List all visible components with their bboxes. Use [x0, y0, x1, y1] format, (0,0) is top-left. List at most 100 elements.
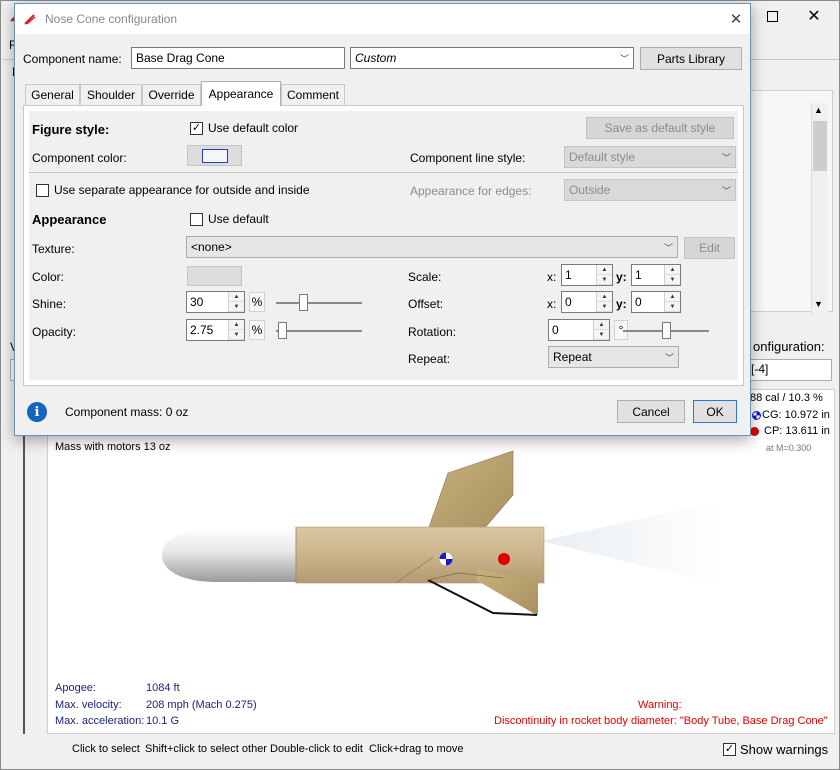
show-warnings-label: Show warnings — [740, 742, 829, 757]
close-icon[interactable]: ✕ — [725, 8, 747, 30]
cg-icon — [752, 411, 761, 420]
spin-down-icon[interactable]: ▼ — [229, 302, 244, 312]
spin-up-icon[interactable]: ▲ — [665, 265, 680, 275]
checkbox-box — [190, 212, 203, 226]
spin-down-icon[interactable]: ▼ — [594, 330, 609, 340]
cancel-button[interactable]: Cancel — [617, 400, 685, 423]
opacity-slider[interactable] — [276, 321, 362, 341]
preset-value: Custom — [355, 51, 397, 65]
rotation-slider[interactable] — [623, 321, 709, 341]
flight-config-select[interactable]: [-4] — [746, 359, 832, 381]
shine-unit-text: % — [251, 295, 263, 309]
edges-select[interactable]: Outside ﹀ — [564, 179, 736, 201]
spin-up-icon[interactable]: ▲ — [229, 292, 244, 302]
check-icon: ✓ — [723, 743, 736, 756]
show-warnings-checkbox[interactable]: ✓ Show warnings — [723, 742, 828, 757]
line-style-select[interactable]: Default style ﹀ — [564, 146, 736, 168]
scroll-thumb[interactable] — [813, 121, 827, 171]
mass-with-motors: Mass with motors 13 oz — [55, 441, 171, 453]
tab-override[interactable]: Override — [142, 84, 201, 105]
warning-text: Discontinuity in rocket body diameter: "… — [494, 715, 828, 727]
offset-x-value: 0 — [565, 295, 572, 309]
figure-left-border — [23, 389, 25, 734]
tab-comment[interactable]: Comment — [281, 84, 345, 105]
dialog-title: Nose Cone configuration — [45, 12, 178, 26]
spin-up-icon[interactable]: ▲ — [665, 292, 680, 302]
component-color-button[interactable] — [187, 145, 242, 166]
edit-texture-button[interactable]: Edit — [684, 237, 735, 259]
preset-select[interactable]: Custom ﹀ — [350, 47, 634, 69]
use-default-label: Use default — [208, 212, 269, 226]
opacity-label: Opacity: — [32, 325, 77, 339]
use-default-color-checkbox[interactable]: ✓ Use default color — [190, 121, 298, 135]
slider-thumb[interactable] — [662, 322, 671, 339]
tab-label: Override — [148, 88, 195, 102]
apogee-label: Apogee: — [55, 682, 96, 694]
edges-value: Outside — [569, 183, 611, 197]
spin-down-icon[interactable]: ▼ — [229, 330, 244, 340]
opacity-unit: % — [249, 320, 265, 340]
separate-appearance-label: Use separate appearance for outside and … — [54, 183, 310, 197]
rocket-figure[interactable]: 88 cal / 10.3 % CG: 10.972 in CP: 13.611… — [47, 389, 835, 734]
chevron-down-icon: ﹀ — [664, 352, 674, 363]
spin-down-icon[interactable]: ▼ — [597, 302, 612, 312]
spin-down-icon[interactable]: ▼ — [665, 275, 680, 285]
dialog-titlebar[interactable]: Nose Cone configuration ✕ — [15, 4, 750, 34]
scale-y-spinner[interactable]: 1 ▲ ▼ — [631, 264, 681, 286]
edges-label: Appearance for edges: — [410, 184, 532, 198]
tab-shoulder[interactable]: Shoulder — [80, 84, 142, 105]
spin-down-icon[interactable]: ▼ — [597, 275, 612, 285]
check-icon: ✓ — [190, 121, 203, 135]
ok-button[interactable]: OK — [693, 400, 737, 423]
maximize-button[interactable] — [757, 5, 787, 27]
checkbox-box — [36, 183, 49, 197]
separate-appearance-checkbox[interactable]: Use separate appearance for outside and … — [36, 183, 310, 197]
rotation-spinner[interactable]: 0 ▲ ▼ — [548, 319, 610, 341]
repeat-label: Repeat: — [408, 352, 451, 366]
spin-up-icon[interactable]: ▲ — [597, 265, 612, 275]
line-style-label: Component line style: — [410, 151, 526, 165]
apogee-value: 1084 ft — [146, 682, 180, 694]
repeat-select[interactable]: Repeat ﹀ — [548, 346, 679, 368]
use-default-color-label: Use default color — [208, 121, 299, 135]
color-button[interactable] — [187, 266, 242, 286]
cp-readout: CP: 13.611 in — [764, 425, 830, 437]
slider-thumb[interactable] — [278, 322, 287, 339]
opacity-spinner[interactable]: 2.75 ▲ ▼ — [186, 319, 245, 341]
close-window-button[interactable]: ✕ — [799, 5, 829, 27]
flight-config-value: [-4] — [751, 362, 769, 376]
scrollbar[interactable]: ▲ ▼ — [811, 103, 828, 315]
tab-general[interactable]: General — [25, 84, 80, 105]
offset-y-spinner[interactable]: 0 ▲ ▼ — [631, 291, 681, 313]
texture-select[interactable]: <none> ﹀ — [186, 236, 678, 258]
spin-down-icon[interactable]: ▼ — [665, 302, 680, 312]
spin-up-icon[interactable]: ▲ — [597, 292, 612, 302]
texture-value: <none> — [191, 240, 232, 254]
spin-up-icon[interactable]: ▲ — [229, 320, 244, 330]
stability-readout: 88 cal / 10.3 % — [750, 392, 823, 404]
slider-thumb[interactable] — [299, 294, 308, 311]
scale-y-value: 1 — [635, 268, 642, 282]
tab-label: Appearance — [208, 87, 274, 101]
line-style-value: Default style — [569, 150, 636, 164]
chevron-down-icon: ﹀ — [619, 53, 629, 64]
shine-slider[interactable] — [276, 293, 362, 313]
ok-label: OK — [706, 404, 724, 419]
accel-value: 10.1 G — [146, 715, 180, 727]
scroll-up-icon[interactable]: ▲ — [814, 105, 823, 115]
spin-up-icon[interactable]: ▲ — [594, 320, 609, 330]
nose-cone-dialog: Nose Cone configuration ✕ Component name… — [14, 3, 751, 436]
component-name-input[interactable]: Base Drag Cone — [131, 47, 345, 69]
shine-spinner[interactable]: 30 ▲ ▼ — [186, 291, 245, 313]
scale-x-spinner[interactable]: 1 ▲ ▼ — [561, 264, 613, 286]
tab-label: Comment — [286, 88, 339, 102]
save-default-style-button[interactable]: Save as default style — [586, 117, 734, 139]
scroll-down-icon[interactable]: ▼ — [814, 299, 823, 309]
shine-unit: % — [249, 292, 265, 312]
hint-double: Double-click to edit — [270, 743, 363, 755]
texture-label: Texture: — [32, 242, 75, 256]
use-default-checkbox[interactable]: Use default — [190, 212, 269, 226]
tab-appearance[interactable]: Appearance — [201, 81, 281, 106]
offset-x-spinner[interactable]: 0 ▲ ▼ — [561, 291, 613, 313]
parts-library-button[interactable]: Parts Library — [640, 47, 742, 70]
